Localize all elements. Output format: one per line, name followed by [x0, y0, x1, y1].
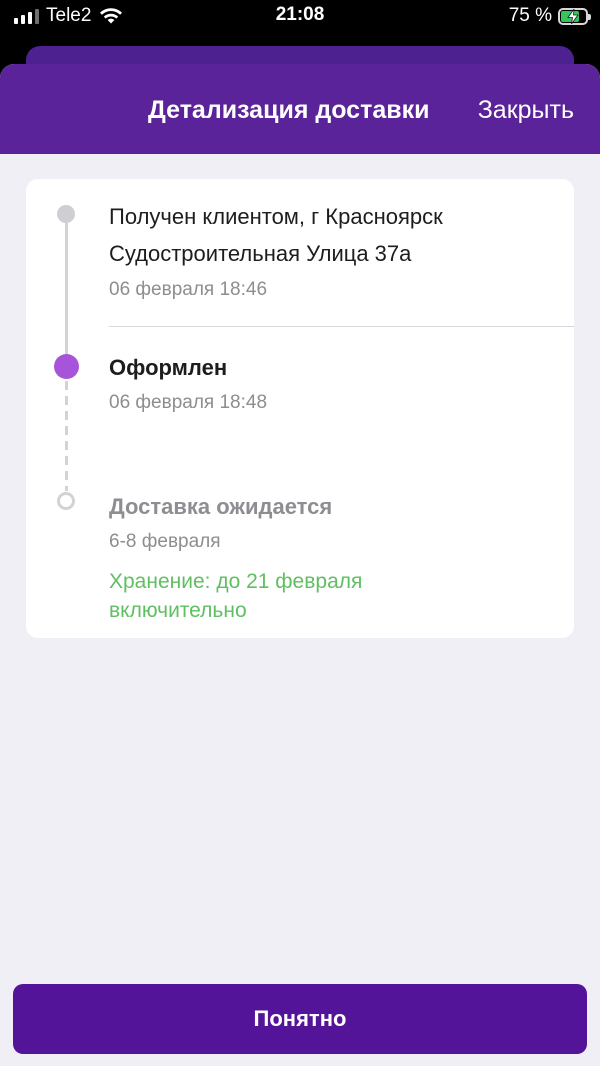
status-right: 75 %	[508, 5, 591, 27]
timeline-line-dashed	[65, 381, 68, 491]
step-1-title-line2: Судостроительная Улица 37а	[109, 241, 412, 266]
step-2-date: 06 февраля 18:48	[109, 392, 268, 413]
delivery-details-sheet: Детализация доставки Закрыть Получен кли…	[0, 64, 600, 1066]
sheet-title: Детализация доставки	[148, 96, 430, 124]
step-3-title: Доставка ожидается	[109, 494, 333, 519]
close-button[interactable]: Закрыть	[478, 96, 574, 125]
divider	[109, 326, 574, 327]
status-bar: Tele2 21:08 75 %	[0, 0, 600, 34]
timeline-line	[65, 223, 68, 356]
timeline-dot-done	[57, 205, 75, 223]
step-1-title-line1: Получен клиентом, г Красноярск	[109, 204, 443, 229]
timeline-dot-current	[54, 354, 79, 379]
timeline-dot-pending	[57, 492, 75, 510]
step-2-title: Оформлен	[109, 355, 228, 380]
battery-charging-icon	[558, 7, 591, 25]
step-3-date: 6-8 февраля	[109, 531, 221, 552]
ok-button[interactable]: Понятно	[13, 984, 587, 1054]
storage-note: Хранение: до 21 февраля включительно	[109, 570, 363, 622]
delivery-timeline-card: Получен клиентом, г Красноярск Судострои…	[26, 179, 574, 638]
battery-percent: 75 %	[508, 5, 552, 26]
sheet-header: Детализация доставки Закрыть	[0, 64, 600, 154]
step-1-date: 06 февраля 18:46	[109, 279, 268, 300]
